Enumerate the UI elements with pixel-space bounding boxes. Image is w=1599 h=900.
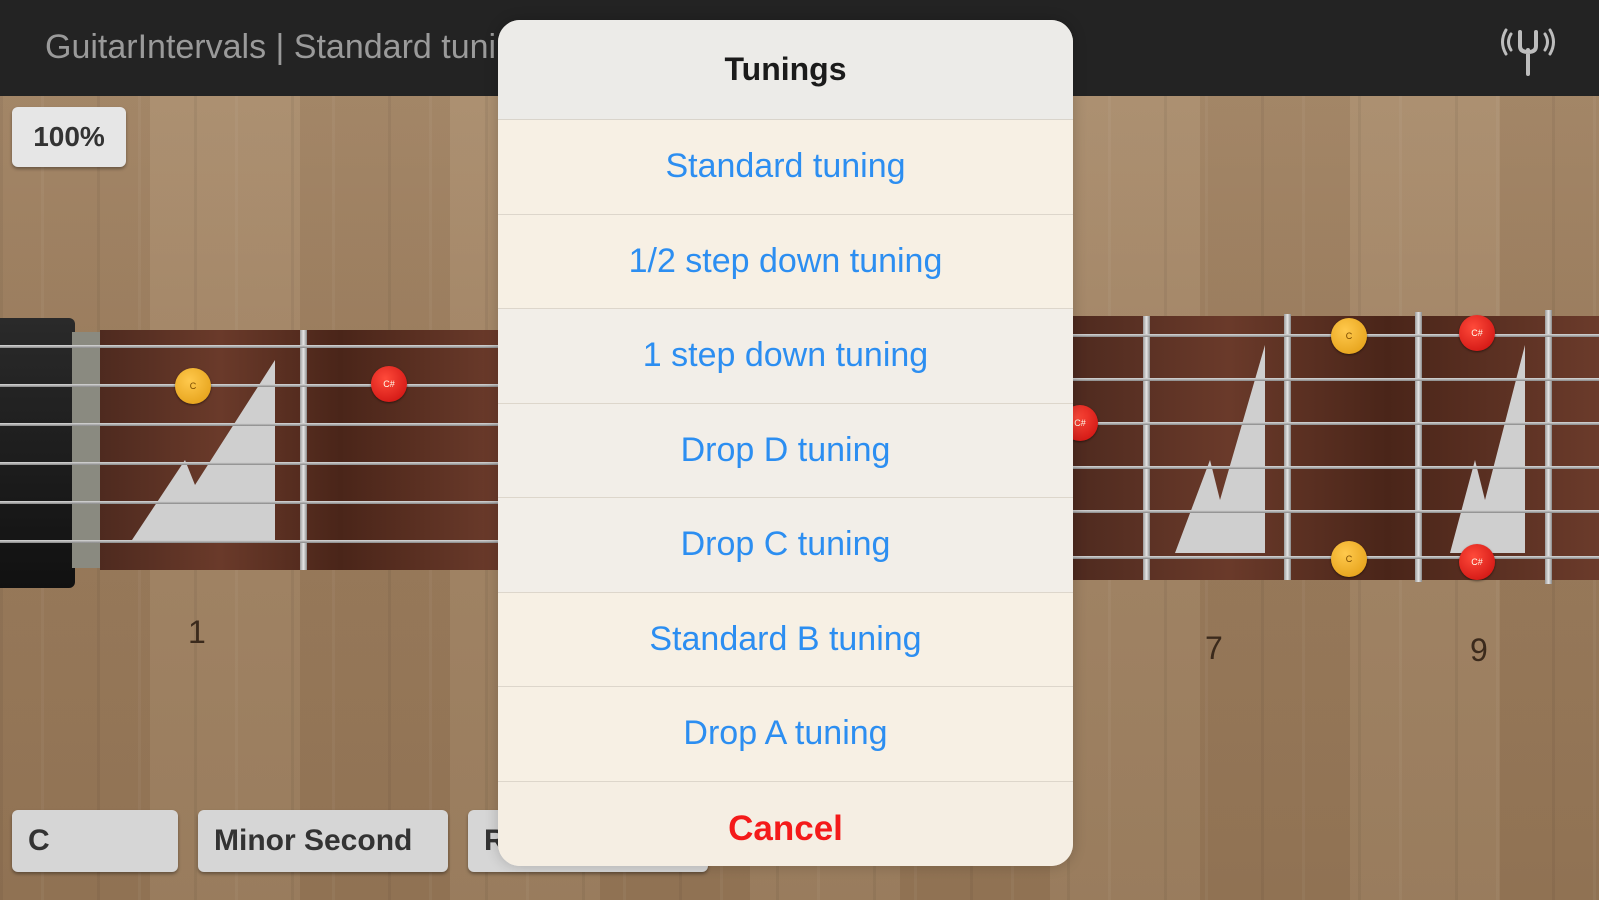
guitar-string <box>0 384 500 387</box>
nut <box>72 332 102 568</box>
fret <box>1284 314 1291 580</box>
root-note-dot[interactable]: C <box>175 368 211 404</box>
guitar-string <box>0 462 500 465</box>
root-note-dot[interactable]: C <box>1331 318 1367 354</box>
guitar-string <box>1070 510 1599 513</box>
root-note-dot[interactable]: C <box>1331 541 1367 577</box>
cancel-button[interactable]: Cancel <box>498 781 1073 866</box>
interval-selector[interactable]: Minor Second <box>198 810 448 872</box>
tuning-option-drop-a[interactable]: Drop A tuning <box>498 687 1073 782</box>
fret <box>1545 310 1552 584</box>
fret-number: 7 <box>1205 630 1223 666</box>
fret-number: 9 <box>1470 632 1488 668</box>
tuning-option-one-step-down[interactable]: 1 step down tuning <box>498 309 1073 404</box>
fret <box>1143 316 1150 580</box>
tuning-option-drop-d[interactable]: Drop D tuning <box>498 403 1073 498</box>
root-note-selector[interactable]: C <box>12 810 178 872</box>
fret <box>300 330 307 570</box>
fret-number: 1 <box>188 614 206 650</box>
tuning-fork-icon[interactable] <box>1500 20 1556 76</box>
tunings-action-sheet: Tunings Standard tuning 1/2 step down tu… <box>498 20 1073 866</box>
guitar-string <box>1070 422 1599 425</box>
guitar-string <box>0 540 500 543</box>
tuning-option-drop-c[interactable]: Drop C tuning <box>498 498 1073 593</box>
guitar-string <box>0 345 500 348</box>
interval-note-dot[interactable]: C# <box>371 366 407 402</box>
fret <box>1415 312 1422 582</box>
zoom-button[interactable]: 100% <box>12 107 126 167</box>
guitar-string <box>1070 378 1599 381</box>
tuning-option-standard-b[interactable]: Standard B tuning <box>498 592 1073 687</box>
guitar-string <box>0 423 500 426</box>
headstock <box>0 318 75 588</box>
guitar-string <box>0 501 500 504</box>
fret-inlay <box>1450 345 1525 553</box>
interval-note-dot[interactable]: C# <box>1459 544 1495 580</box>
app-title: GuitarIntervals | Standard tuning <box>45 28 534 66</box>
guitar-string <box>1070 466 1599 469</box>
tuning-option-half-step-down[interactable]: 1/2 step down tuning <box>498 214 1073 309</box>
sheet-title: Tunings <box>498 20 1073 120</box>
interval-note-dot[interactable]: C# <box>1459 315 1495 351</box>
tuning-option-standard[interactable]: Standard tuning <box>498 120 1073 215</box>
fret-inlay <box>1175 345 1265 553</box>
